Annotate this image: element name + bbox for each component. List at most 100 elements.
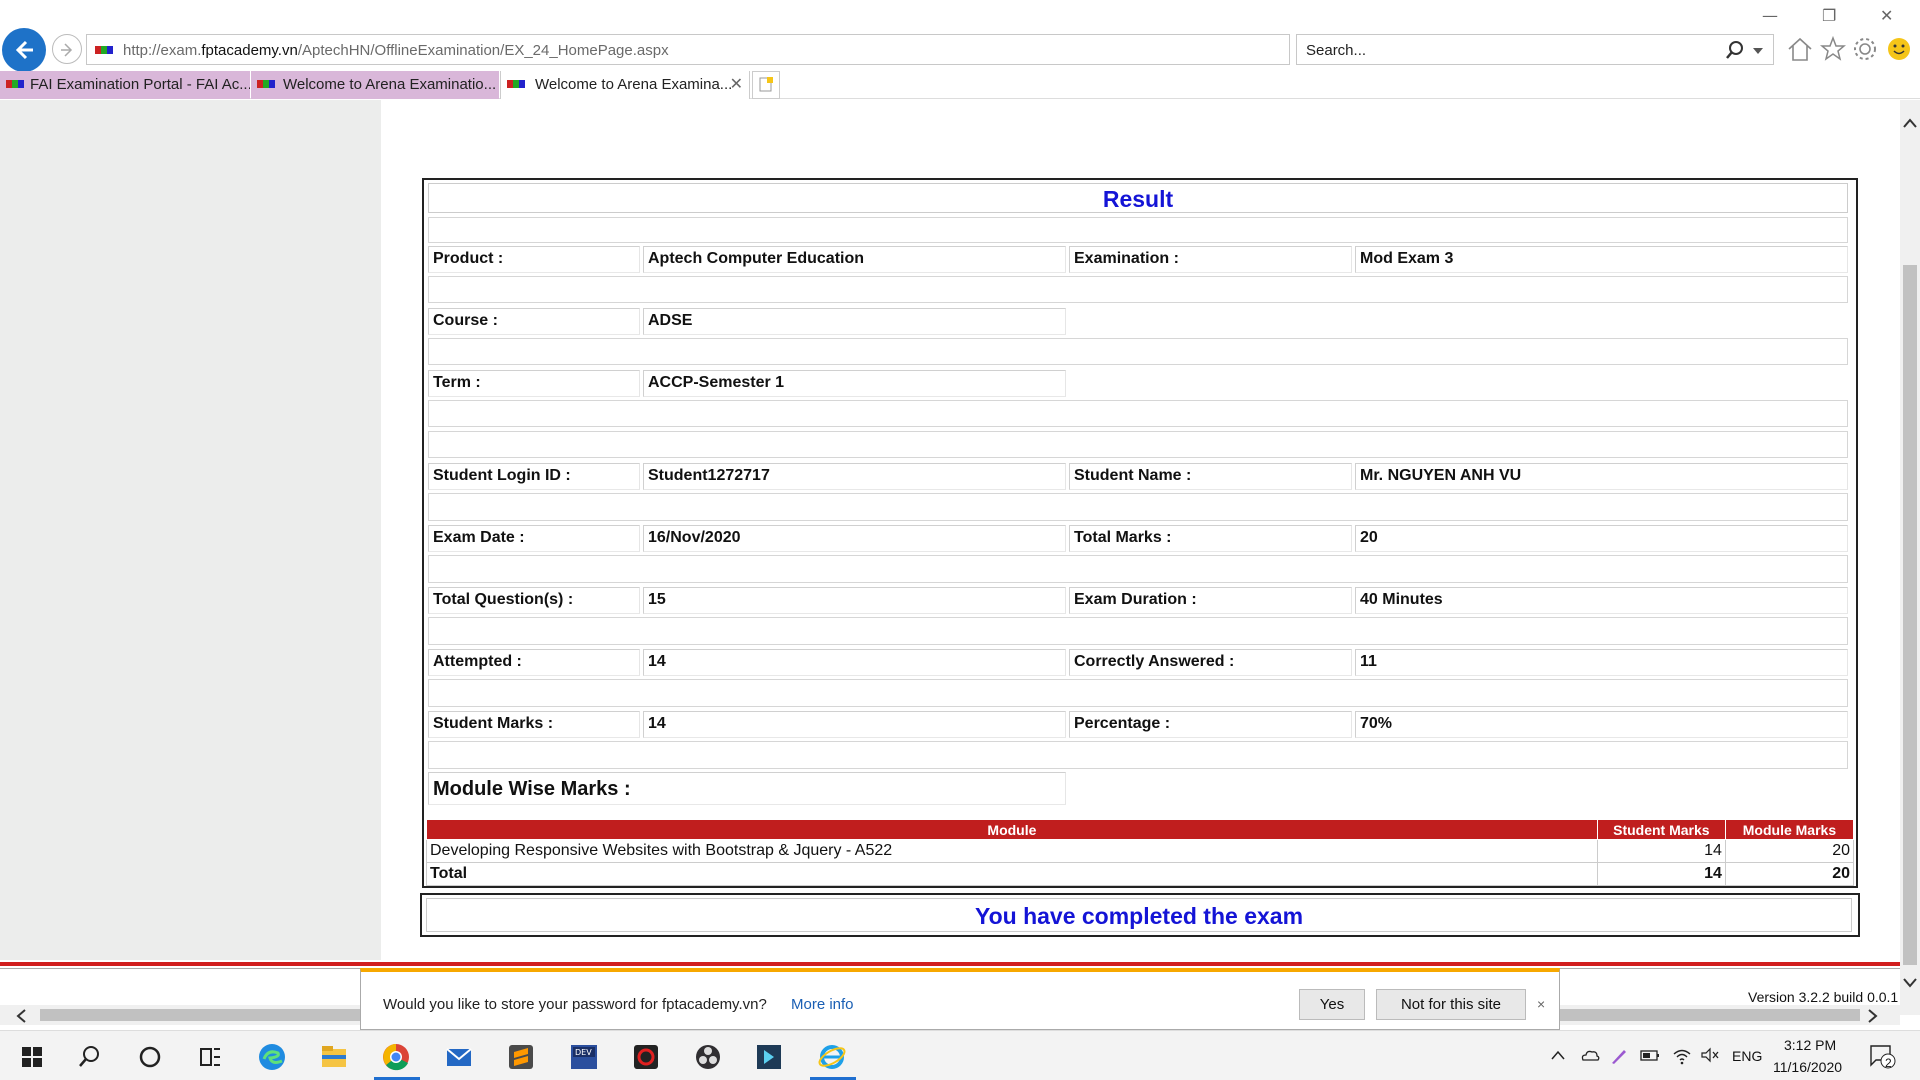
total-questions-label: Total Question(s) : (428, 587, 640, 614)
more-info-link[interactable]: More info (791, 996, 854, 1013)
clock-date[interactable]: 11/16/2020 (1773, 1059, 1842, 1075)
scroll-thumb[interactable] (1903, 265, 1917, 965)
name-value: Mr. NGUYEN ANH VU (1355, 463, 1848, 490)
total-module-marks: 20 (1724, 862, 1855, 886)
total-marks-label: Total Marks : (1069, 525, 1352, 552)
search-input[interactable]: Search... (1306, 42, 1366, 59)
obs-icon[interactable] (692, 1041, 724, 1073)
garena-icon[interactable] (630, 1041, 662, 1073)
module-header: Module (426, 819, 1598, 840)
file-explorer-icon[interactable] (318, 1041, 350, 1073)
mail-icon[interactable] (443, 1041, 475, 1073)
home-icon[interactable] (1786, 36, 1814, 62)
attempted-label: Attempted : (428, 649, 640, 676)
scroll-down-icon (1903, 978, 1917, 988)
tab-label: Welcome to Arena Examinatio... (283, 76, 497, 93)
module-wise-heading: Module Wise Marks : (428, 772, 1066, 805)
exam-app-icon[interactable] (753, 1041, 785, 1073)
tab-fai-portal[interactable]: FAI Examination Portal - FAI Ac... (0, 71, 250, 99)
term-label: Term : (428, 370, 640, 397)
tab-strip: FAI Examination Portal - FAI Ac... Welco… (0, 71, 1920, 99)
search-box[interactable]: Search... (1296, 34, 1774, 65)
correct-label: Correctly Answered : (1069, 649, 1352, 676)
vertical-scrollbar[interactable] (1900, 100, 1920, 1015)
course-label: Course : (428, 308, 640, 335)
forward-button[interactable] (52, 34, 82, 64)
close-icon[interactable]: × (1537, 996, 1545, 1012)
arrow-left-icon (15, 40, 33, 60)
url-text[interactable]: http://exam.fptacademy.vn/AptechHN/Offli… (123, 42, 669, 59)
arrow-right-icon (61, 43, 73, 57)
exam-date-value: 16/Nov/2020 (643, 525, 1066, 552)
tab-arena-active[interactable]: Welcome to Arena Examina... ✕ (500, 71, 750, 99)
name-label: Student Name : (1069, 463, 1352, 490)
smiley-feedback-icon[interactable] (1886, 36, 1912, 62)
edge-icon[interactable] (256, 1041, 288, 1073)
examination-value: Mod Exam 3 (1355, 246, 1848, 273)
address-bar[interactable]: http://exam.fptacademy.vn/AptechHN/Offli… (86, 34, 1368, 65)
version-text: Version 3.2.2 build 0.0.1 (1748, 989, 1899, 1005)
tab-label: Welcome to Arena Examina... (535, 76, 733, 93)
onedrive-icon[interactable] (1580, 1047, 1600, 1063)
total-questions-value: 15 (643, 587, 1066, 614)
close-window-icon[interactable]: ✕ (1880, 6, 1893, 25)
module-marks-header: Module Marks (1724, 819, 1855, 840)
module-marks-table: Module Student Marks Module Marks Develo… (426, 819, 1855, 886)
exam-date-label: Exam Date : (428, 525, 640, 552)
new-tab-icon (759, 77, 773, 92)
course-value: ADSE (643, 308, 1066, 335)
new-tab-button[interactable] (752, 71, 780, 99)
clock-time[interactable]: 3:12 PM (1784, 1037, 1836, 1053)
internet-explorer-icon[interactable] (816, 1041, 848, 1073)
login-label: Student Login ID : (428, 463, 640, 490)
module-name: Developing Responsive Websites with Boot… (426, 839, 1598, 863)
site-favicon-icon (6, 80, 24, 88)
not-for-this-site-button[interactable]: Not for this site (1376, 989, 1526, 1020)
chevron-down-icon[interactable] (1753, 48, 1763, 54)
password-save-bar: Would you like to store your password fo… (360, 968, 1560, 1030)
language-indicator[interactable]: ENG (1732, 1048, 1762, 1064)
task-view-icon[interactable] (194, 1041, 226, 1073)
login-value: Student1272717 (643, 463, 1066, 490)
cortana-icon[interactable] (134, 1041, 166, 1073)
wifi-icon[interactable] (1672, 1047, 1692, 1065)
chrome-icon[interactable] (380, 1041, 412, 1073)
correct-value: 11 (1355, 649, 1848, 676)
result-title: Result (428, 183, 1848, 213)
total-label: Total (426, 862, 1598, 886)
battery-icon[interactable] (1640, 1047, 1660, 1063)
back-button[interactable] (2, 28, 46, 72)
result-table: Result Product : Aptech Computer Educati… (422, 178, 1858, 888)
total-marks-value: 20 (1355, 525, 1848, 552)
gear-icon[interactable] (1852, 36, 1878, 62)
volume-muted-icon[interactable] (1700, 1047, 1720, 1063)
password-prompt: Would you like to store your password fo… (383, 996, 767, 1013)
examination-label: Examination : (1069, 246, 1352, 273)
scroll-up-icon (1903, 118, 1917, 128)
chevron-up-icon[interactable] (1550, 1047, 1566, 1063)
table-row: Developing Responsive Websites with Boot… (426, 839, 1855, 863)
favorites-star-icon[interactable] (1820, 36, 1846, 62)
close-tab-icon[interactable]: ✕ (730, 74, 743, 94)
yes-button[interactable]: Yes (1299, 989, 1365, 1020)
svg-text:DEV: DEV (575, 1048, 592, 1057)
tab-label: FAI Examination Portal - FAI Ac... (30, 76, 250, 93)
search-icon[interactable] (74, 1041, 106, 1073)
dev-cpp-icon[interactable]: DEV (568, 1041, 600, 1073)
sublime-text-icon[interactable] (505, 1041, 537, 1073)
site-favicon-icon (95, 46, 113, 54)
student-marks-header: Student Marks (1596, 819, 1726, 840)
student-marks-label: Student Marks : (428, 711, 640, 738)
tab-arena-1[interactable]: Welcome to Arena Examinatio... (251, 71, 499, 99)
footer-divider (0, 962, 1900, 966)
term-value: ACCP-Semester 1 (643, 370, 1066, 397)
windows-start-icon[interactable] (16, 1041, 48, 1073)
exam-duration-value: 40 Minutes (1355, 587, 1848, 614)
left-panel (0, 100, 381, 960)
search-icon[interactable] (1725, 40, 1745, 60)
pen-icon[interactable] (1610, 1047, 1628, 1065)
minimize-icon[interactable]: — (1762, 6, 1778, 25)
scroll-left-icon (16, 1009, 26, 1023)
percentage-label: Percentage : (1069, 711, 1352, 738)
restore-icon[interactable]: ❐ (1822, 6, 1836, 25)
